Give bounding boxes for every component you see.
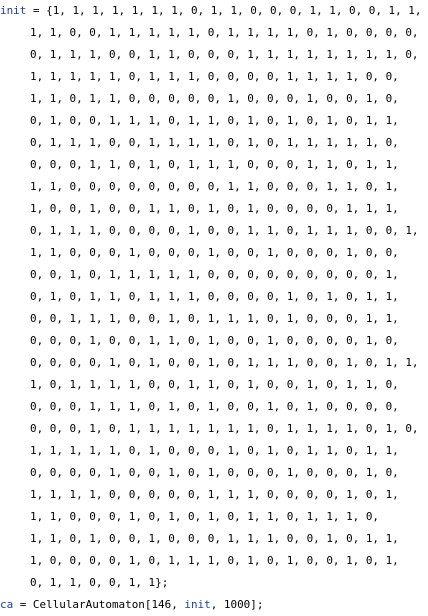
ca-function-call: = CellularAutomaton[146, <box>13 598 185 611</box>
init-list-line: 0, 0, 0, 0, 1, 0, 1, 0, 0, 1, 0, 1, 1, 1… <box>30 356 419 369</box>
init-list-line: 1, 0, 1, 1, 1, 1, 0, 0, 1, 1, 0, 1, 0, 0… <box>30 378 399 391</box>
init-list-line: 1, 1, 1, 1, 0, 0, 0, 0, 0, 1, 1, 1, 0, 0… <box>30 488 399 501</box>
init-list-line: 0, 0, 1, 0, 1, 1, 1, 1, 1, 0, 0, 0, 0, 0… <box>30 268 399 281</box>
ca-assignment-line: ca = CellularAutomaton[146, init, 1000]; <box>0 594 263 616</box>
init-list-line: 1, 1, 0, 0, 0, 0, 0, 0, 0, 0, 1, 1, 0, 0… <box>30 180 399 193</box>
init-list-line: 1, 1, 0, 0, 0, 1, 0, 1, 0, 1, 0, 1, 1, 0… <box>30 510 380 523</box>
init-list-line: 0, 1, 1, 1, 0, 0, 0, 0, 1, 0, 0, 1, 1, 0… <box>30 224 419 237</box>
init-list-line: 1, 1, 1, 1, 1, 0, 1, 0, 0, 0, 1, 0, 1, 0… <box>30 444 399 457</box>
init-list-line: 0, 0, 0, 1, 0, 0, 1, 1, 0, 1, 0, 0, 1, 0… <box>30 334 399 347</box>
init-list-line: 0, 1, 0, 1, 1, 0, 1, 1, 1, 0, 0, 0, 0, 1… <box>30 290 399 303</box>
ca-variable: ca <box>0 598 14 611</box>
ca-init-argument: init <box>184 598 211 611</box>
init-list-line: 1, 0, 0, 0, 0, 1, 0, 1, 1, 1, 0, 1, 0, 1… <box>30 554 399 567</box>
init-list-line: 0, 1, 1, 0, 0, 1, 1}; <box>30 576 169 589</box>
init-list-line: 1, 1, 0, 1, 0, 0, 1, 0, 0, 0, 1, 1, 1, 0… <box>30 532 399 545</box>
init-list-line: 0, 0, 0, 0, 1, 0, 0, 1, 0, 1, 0, 0, 0, 1… <box>30 466 399 479</box>
init-list-line: 0, 0, 0, 1, 1, 0, 1, 0, 1, 1, 1, 0, 0, 0… <box>30 158 399 171</box>
init-assignment-line: init = {1, 1, 1, 1, 1, 1, 1, 0, 1, 1, 0,… <box>0 0 421 22</box>
init-assign-operator: = { <box>26 4 53 17</box>
init-list-line: 1, 1, 0, 0, 1, 1, 1, 1, 1, 0, 1, 1, 1, 1… <box>30 26 419 39</box>
init-list-line: 0, 1, 0, 0, 1, 1, 1, 0, 1, 1, 0, 1, 0, 1… <box>30 114 399 127</box>
ca-function-end: , 1000]; <box>210 598 264 611</box>
init-list-line: 0, 0, 0, 1, 0, 1, 1, 1, 1, 1, 1, 1, 0, 1… <box>30 422 419 435</box>
notebook-input-cell[interactable]: init = {1, 1, 1, 1, 1, 1, 1, 0, 1, 1, 0,… <box>0 0 428 611</box>
init-variable: init <box>0 4 27 17</box>
init-list-line: 0, 1, 1, 1, 0, 0, 1, 1, 0, 0, 0, 1, 1, 1… <box>30 48 419 61</box>
init-list-line: 1, 1, 0, 1, 1, 0, 0, 0, 0, 0, 1, 0, 0, 0… <box>30 92 399 105</box>
init-list-line: 1, 1, 1, 1, 1, 0, 1, 1, 1, 0, 0, 0, 0, 1… <box>30 70 399 83</box>
init-list-line: 0, 0, 0, 1, 1, 1, 0, 1, 0, 1, 0, 0, 1, 0… <box>30 400 399 413</box>
init-list-line: 1, 1, 0, 0, 0, 1, 0, 0, 0, 1, 0, 0, 1, 0… <box>30 246 399 259</box>
init-list-line: 0, 1, 1, 1, 0, 0, 1, 1, 1, 1, 0, 1, 0, 1… <box>30 136 399 149</box>
init-list-line: 1, 1, 1, 1, 1, 1, 1, 0, 1, 1, 0, 0, 0, 1… <box>52 4 422 17</box>
init-list-line: 0, 0, 1, 1, 1, 0, 0, 1, 0, 1, 1, 1, 0, 1… <box>30 312 399 325</box>
init-list-line: 1, 0, 0, 1, 0, 0, 1, 1, 0, 1, 0, 1, 0, 0… <box>30 202 399 215</box>
